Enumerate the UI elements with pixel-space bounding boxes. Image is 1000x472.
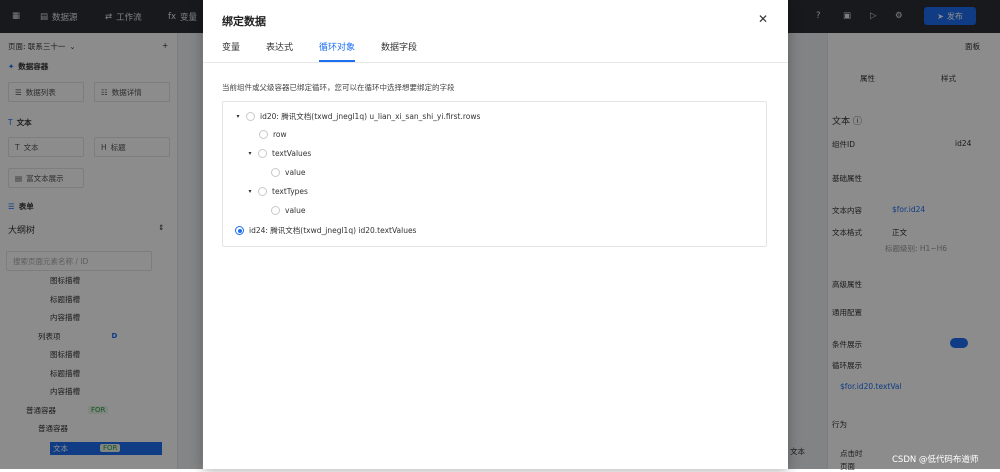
tab-data-field[interactable]: 数据字段 [381, 40, 417, 62]
radio-button[interactable] [271, 206, 280, 215]
radio-button[interactable] [258, 187, 267, 196]
tree-node-label: id20: 腾讯文档(txwd_jnegl1q) u_lian_xi_san_s… [260, 112, 481, 121]
tree-node[interactable]: id24: 腾讯文档(txwd_jnegl1q) id20.textValues [235, 225, 416, 236]
dialog-title: 绑定数据 [222, 15, 266, 28]
bind-data-dialog: 绑定数据 ✕ 变量 表达式 循环对象 数据字段 当前组件或父级容器已绑定循环，您… [203, 0, 788, 469]
tree-node-label: value [285, 168, 306, 177]
tab-divider [203, 62, 788, 63]
caret-down-icon[interactable]: ▾ [247, 150, 253, 157]
radio-button[interactable] [271, 168, 280, 177]
tree-node-label: textValues [272, 149, 312, 158]
tree-node-label: row [273, 130, 287, 139]
tree-node[interactable]: ▾ textValues [247, 149, 311, 158]
tab-loop-object[interactable]: 循环对象 [319, 40, 356, 62]
caret-down-icon[interactable]: ▾ [247, 188, 253, 195]
watermark: CSDN @低代码布道师 [892, 455, 979, 465]
dialog-tabs: 变量 表达式 循环对象 数据字段 [222, 40, 417, 62]
tree-node[interactable]: ▾ id20: 腾讯文档(txwd_jnegl1q) u_lian_xi_san_… [235, 111, 480, 122]
close-icon[interactable]: ✕ [758, 12, 768, 26]
tree-node[interactable]: value [271, 168, 306, 177]
tree-node[interactable]: value [271, 206, 306, 215]
tree-node[interactable]: ▾ textTypes [247, 187, 308, 196]
tab-variable[interactable]: 变量 [222, 40, 240, 62]
radio-button[interactable] [258, 149, 267, 158]
tab-expression[interactable]: 表达式 [266, 40, 293, 62]
radio-button[interactable] [246, 112, 255, 121]
radio-button[interactable] [259, 130, 268, 139]
tree-node[interactable]: row [259, 130, 287, 139]
tree-node-label: textTypes [272, 187, 308, 196]
loop-object-tree: ▾ id20: 腾讯文档(txwd_jnegl1q) u_lian_xi_san_… [222, 101, 767, 247]
radio-button[interactable] [235, 226, 244, 235]
loop-hint-text: 当前组件或父级容器已绑定循环，您可以在循环中选择想要绑定的字段 [222, 83, 455, 92]
tree-node-label: value [285, 206, 306, 215]
caret-down-icon[interactable]: ▾ [235, 113, 241, 120]
tree-node-label: id24: 腾讯文档(txwd_jnegl1q) id20.textValues [249, 226, 417, 235]
